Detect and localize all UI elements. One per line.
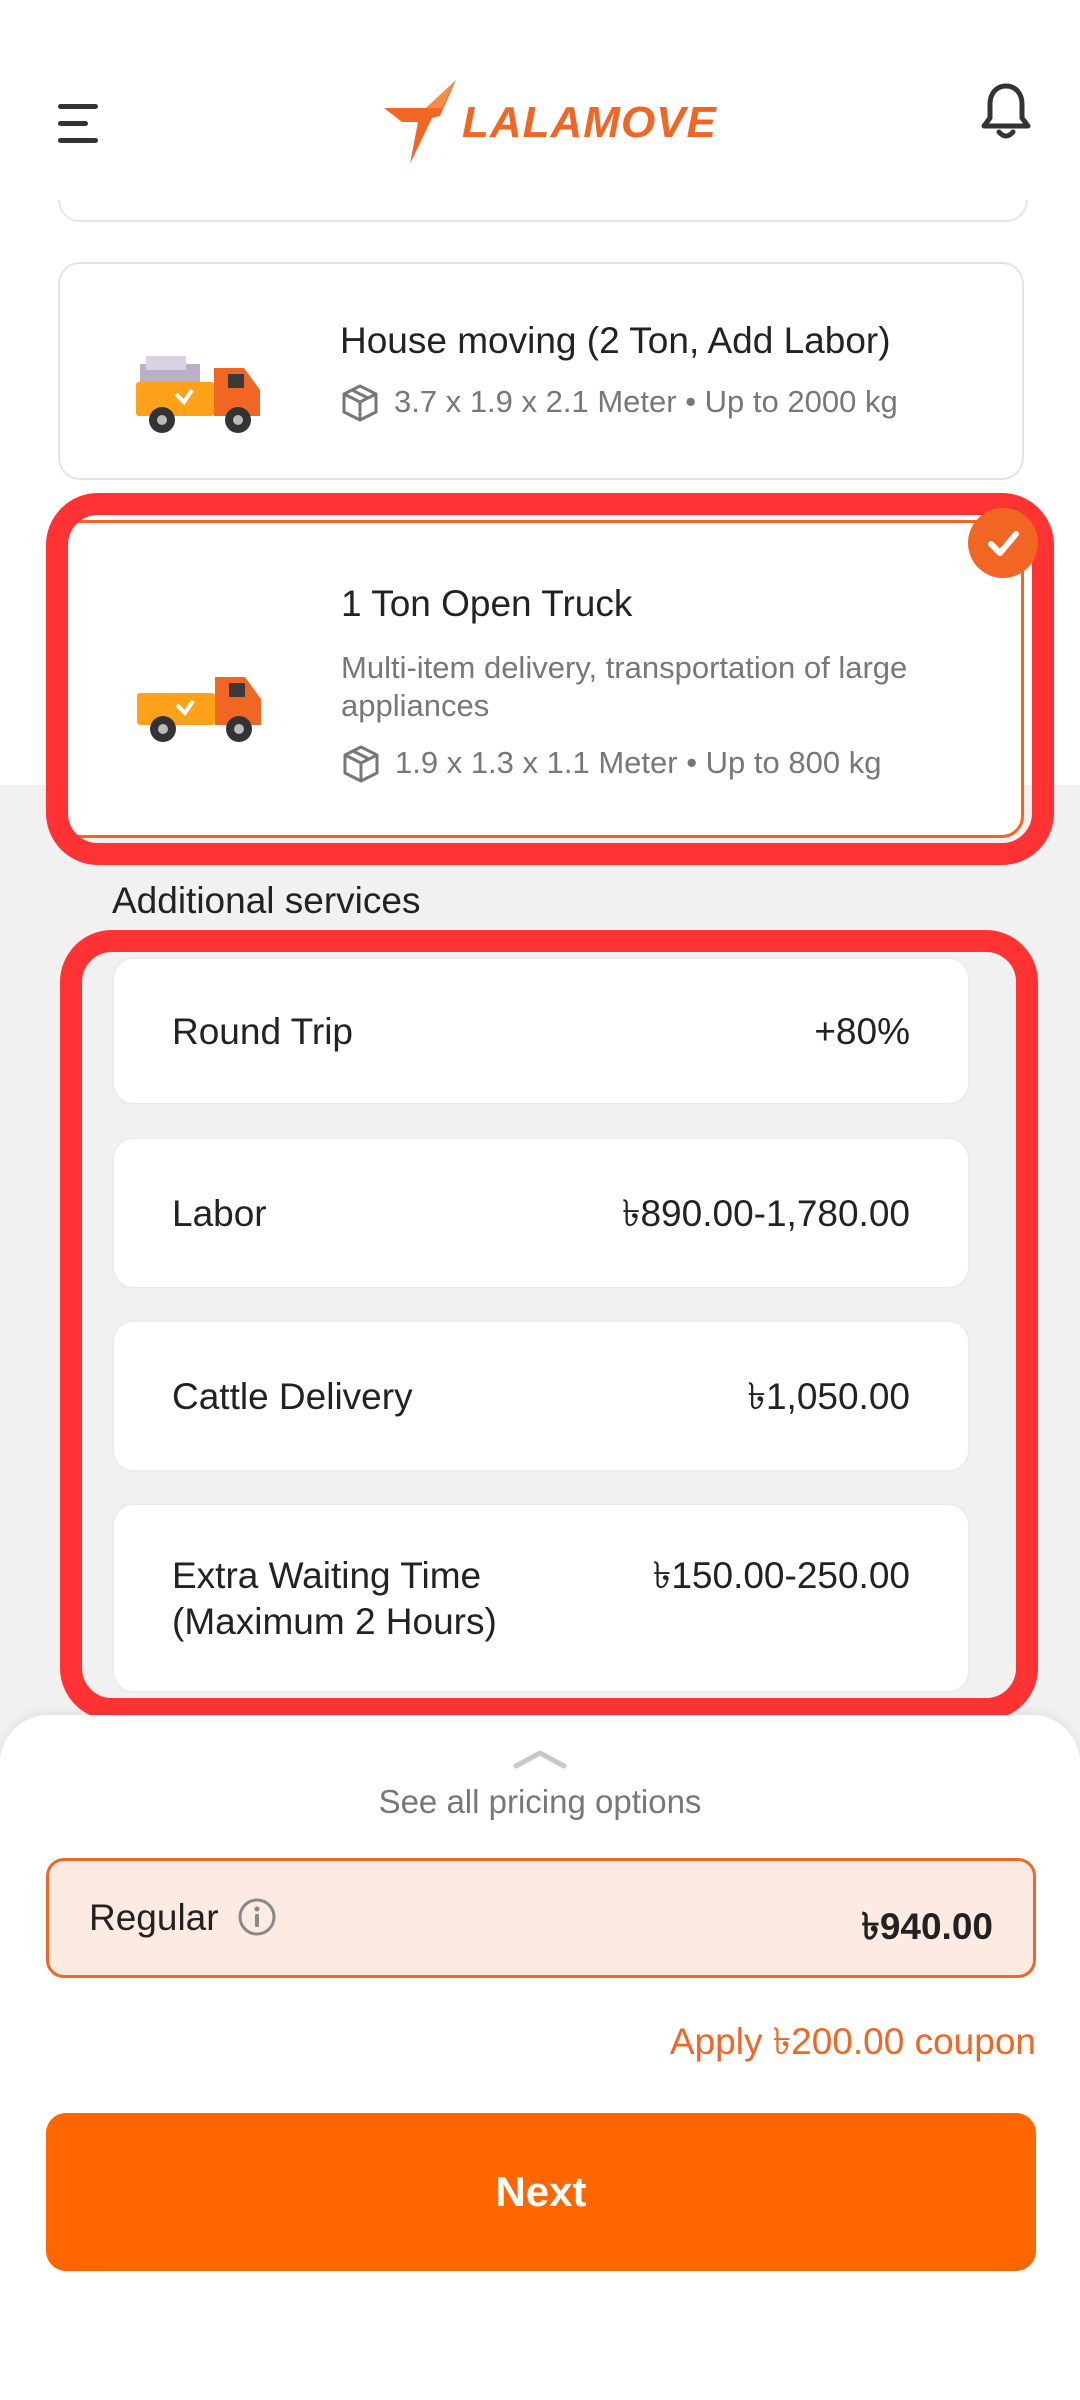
service-price: ৳890.00-1,780.00 — [622, 1193, 910, 1234]
vehicle-title: 1 Ton Open Truck — [341, 583, 633, 624]
service-name: Extra Waiting Time (Maximum 2 Hours) — [172, 1555, 497, 1642]
vehicle-description: Multi-item delivery, transportation of l… — [341, 650, 908, 723]
service-price: ৳1,050.00 — [747, 1376, 910, 1417]
service-name: Round Trip — [172, 1011, 353, 1052]
vehicle-card-house-moving[interactable]: House moving (2 Ton, Add Labor) 3.7 x 1.… — [58, 262, 1024, 480]
menu-icon[interactable] — [58, 104, 102, 144]
service-name: Cattle Delivery — [172, 1376, 413, 1417]
cargo-truck-icon — [136, 356, 260, 433]
vehicle-spec-text: 3.7 x 1.9 x 2.1 Meter • Up to 2000 kg — [394, 384, 898, 419]
service-cattle-delivery[interactable]: Cattle Delivery ৳1,050.00 — [112, 1320, 970, 1472]
vehicle-spec: 3.7 x 1.9 x 2.1 Meter • Up to 2000 kg — [340, 382, 898, 422]
pricing-option-price: ৳940.00 — [861, 1906, 993, 1947]
service-extra-waiting-time[interactable]: Extra Waiting Time (Maximum 2 Hours) ৳15… — [112, 1503, 970, 1693]
apply-coupon-link[interactable]: Apply ৳200.00 coupon — [670, 2012, 1036, 2075]
vehicle-spec: 1.9 x 1.3 x 1.1 Meter • Up to 800 kg — [341, 743, 881, 783]
next-button[interactable]: Next — [46, 2113, 1036, 2271]
box-icon — [342, 384, 378, 422]
selected-check-icon — [968, 508, 1038, 578]
bell-icon[interactable] — [980, 82, 1032, 140]
app-header: LALAMOVE — [0, 0, 1080, 200]
lalamove-logo: LALAMOVE — [380, 78, 717, 168]
pricing-option-regular[interactable]: Regular ৳940.00 — [46, 1858, 1036, 1978]
additional-services-title: Additional services — [112, 880, 421, 921]
vehicle-title: House moving (2 Ton, Add Labor) — [340, 320, 891, 361]
pricing-sheet: See all pricing options Regular ৳940.00 … — [0, 1715, 1080, 2400]
bird-logo-icon — [384, 80, 456, 164]
service-round-trip[interactable]: Round Trip +80% — [112, 957, 970, 1105]
info-icon[interactable] — [237, 1897, 277, 1937]
logo-text: LALAMOVE — [462, 98, 717, 147]
service-name: Labor — [172, 1193, 267, 1234]
chevron-up-icon[interactable] — [512, 1748, 568, 1770]
box-icon — [343, 745, 379, 783]
service-labor[interactable]: Labor ৳890.00-1,780.00 — [112, 1137, 970, 1289]
service-price: +80% — [814, 1011, 910, 1052]
see-all-pricing-link[interactable]: See all pricing options — [0, 1783, 1080, 1821]
vehicle-spec-text: 1.9 x 1.3 x 1.1 Meter • Up to 800 kg — [395, 745, 882, 780]
open-truck-icon — [137, 677, 261, 742]
pricing-option-label: Regular — [89, 1897, 219, 1938]
vehicle-card-1-ton-open-truck[interactable]: 1 Ton Open Truck Multi-item delivery, tr… — [58, 520, 1024, 838]
service-price: ৳150.00-250.00 — [652, 1555, 910, 1596]
